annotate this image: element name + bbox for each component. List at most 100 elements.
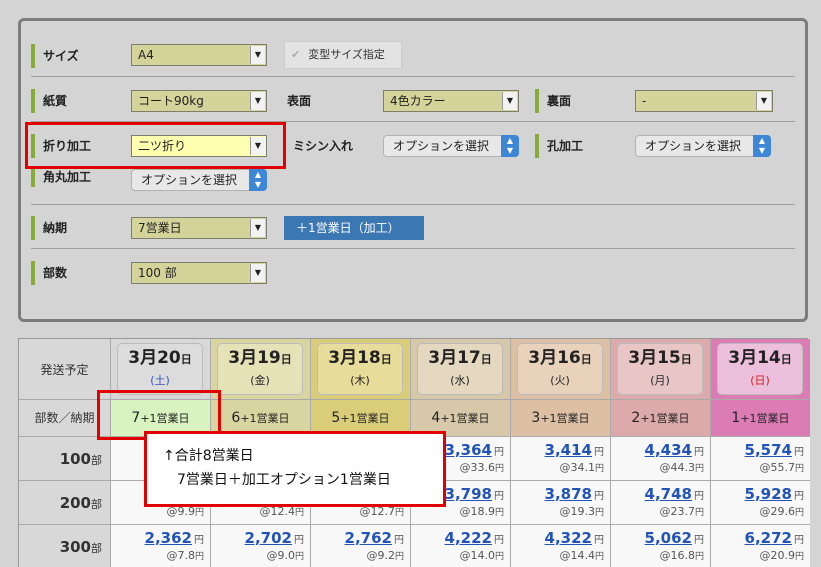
- date-column-header[interactable]: 3月18日 (木): [310, 339, 410, 399]
- fold-highlight-box: [25, 122, 286, 169]
- corner-select[interactable]: オプションを選択 ▲ ▼: [131, 169, 267, 191]
- delivery-plus: +1営業日: [740, 412, 790, 425]
- front-select[interactable]: 4色カラー ▼: [383, 90, 519, 112]
- unit-price-currency: 円: [794, 464, 804, 474]
- date-card: 3月18日 (木): [317, 343, 403, 395]
- quantity-value: 100: [59, 450, 91, 468]
- price-value: 5,574: [744, 441, 792, 459]
- price-link[interactable]: 5,928 円: [745, 485, 804, 503]
- paper-select[interactable]: コート90kg ▼: [131, 90, 267, 112]
- unit-price-currency: 円: [594, 464, 604, 474]
- perforation-select[interactable]: オプションを選択 ▲ ▼: [383, 135, 519, 157]
- price-link[interactable]: 4,748 円: [645, 485, 704, 503]
- unit-price-currency: 円: [694, 508, 704, 518]
- delivery-callout: ↑合計8営業日 7営業日＋加工オプション1営業日: [144, 431, 446, 507]
- price-value: 6,272: [744, 529, 792, 547]
- hole-select[interactable]: オプションを選択 ▲ ▼: [635, 135, 771, 157]
- price-link[interactable]: 5,062 円: [645, 529, 704, 547]
- unit-price: @14.0円: [459, 549, 504, 562]
- delivery-plus: +1営業日: [540, 412, 590, 425]
- quantity-row-label: 100部: [19, 436, 110, 480]
- unit-price-currency: 円: [194, 552, 204, 562]
- delivery-days: 1: [731, 410, 741, 426]
- unit-price-currency: 円: [494, 464, 504, 474]
- ship-date-suffix: 日: [680, 353, 692, 366]
- ship-date-header: 発送予定: [40, 363, 89, 377]
- price-value: 3,414: [544, 441, 592, 459]
- back-select[interactable]: - ▼: [635, 90, 773, 112]
- price-cell[interactable]: 4,322 円 @14.4円: [510, 524, 610, 567]
- ship-date: 3月18日: [318, 344, 402, 374]
- price-link[interactable]: 4,222 円: [445, 529, 504, 547]
- price-link[interactable]: 4,322 円: [545, 529, 604, 547]
- ship-date: 3月15日: [618, 344, 702, 374]
- price-cell[interactable]: 4,222 円 @14.0円: [410, 524, 510, 567]
- unit-price: @9.0円: [266, 549, 304, 562]
- date-column-header[interactable]: 3月17日 (水): [410, 339, 510, 399]
- custom-size-checkbox[interactable]: ✔ 変型サイズ指定: [284, 41, 402, 69]
- price-link[interactable]: 2,702 円: [245, 529, 304, 547]
- ship-weekday: (木): [350, 374, 370, 387]
- date-column-header[interactable]: 3月16日 (火): [510, 339, 610, 399]
- price-cell[interactable]: 5,928 円 @29.6円: [710, 480, 810, 524]
- delivery-plus: +1営業日: [340, 412, 390, 425]
- delivery-days-cell[interactable]: 3+1営業日: [510, 399, 610, 436]
- processing-extra-day-button[interactable]: ＋1営業日（加工）: [284, 216, 424, 240]
- delivery-select[interactable]: 7営業日 ▼: [131, 217, 267, 239]
- price-cell[interactable]: 3,878 円 @19.3円: [510, 480, 610, 524]
- price-cell[interactable]: 4,434 円 @44.3円: [610, 436, 710, 480]
- unit-price-value: @44.3: [659, 461, 695, 474]
- delivery-label: 納期: [31, 216, 67, 240]
- paper-row: 紙質 コート90kg ▼ 表面 4色カラー ▼ 裏面 - ▼: [31, 78, 795, 122]
- date-column-header[interactable]: 3月15日 (月): [610, 339, 710, 399]
- price-link[interactable]: 4,434 円: [645, 441, 704, 459]
- ship-date-suffix: 日: [280, 353, 292, 366]
- date-column-header[interactable]: 3月19日 (金): [210, 339, 310, 399]
- price-link[interactable]: 5,574 円: [745, 441, 804, 459]
- price-link[interactable]: 2,362 円: [145, 529, 204, 547]
- delivery-select-value: 7営業日: [138, 221, 182, 235]
- corner-label: 角丸加工: [31, 167, 91, 187]
- price-currency: 円: [594, 447, 604, 458]
- unit-price: @34.1円: [559, 461, 604, 474]
- price-currency: 円: [594, 491, 604, 502]
- ship-date: 3月14日: [718, 344, 802, 374]
- price-cell[interactable]: 4,748 円 @23.7円: [610, 480, 710, 524]
- price-cell[interactable]: 2,762 円 @9.2円: [310, 524, 410, 567]
- ship-weekday: (水): [450, 374, 470, 387]
- price-cell[interactable]: 3,414 円 @34.1円: [510, 436, 610, 480]
- delivery-days-cell[interactable]: 1+1営業日: [710, 399, 810, 436]
- paper-label: 紙質: [31, 89, 67, 113]
- unit-price-value: @33.6: [459, 461, 495, 474]
- unit-price-value: @18.9: [459, 505, 495, 518]
- price-cell[interactable]: 6,272 円 @20.9円: [710, 524, 810, 567]
- perforation-select-value: オプションを選択: [393, 139, 490, 153]
- price-cell[interactable]: 5,574 円 @55.7円: [710, 436, 810, 480]
- unit-price: @7.8円: [166, 549, 204, 562]
- date-column-header[interactable]: 3月14日 (日): [710, 339, 810, 399]
- price-cell[interactable]: 2,362 円 @7.8円: [110, 524, 210, 567]
- price-link[interactable]: 3,414 円: [545, 441, 604, 459]
- price-value: 5,928: [744, 485, 792, 503]
- price-link[interactable]: 3,798 円: [445, 485, 504, 503]
- ship-date: 3月19日: [218, 344, 302, 374]
- unit-price-currency: 円: [594, 552, 604, 562]
- delivery-days-cell[interactable]: 2+1営業日: [610, 399, 710, 436]
- ship-date-suffix: 日: [380, 353, 392, 366]
- price-link[interactable]: 6,272 円: [745, 529, 804, 547]
- delivery-days: 5: [331, 410, 341, 426]
- size-select[interactable]: A4 ▼: [131, 44, 267, 66]
- paper-select-value: コート90kg: [138, 94, 204, 108]
- price-cell[interactable]: 2,702 円 @9.0円: [210, 524, 310, 567]
- price-link[interactable]: 3,364 円: [445, 441, 504, 459]
- price-link[interactable]: 3,878 円: [545, 485, 604, 503]
- ship-date-day: 16: [557, 348, 581, 368]
- price-cell[interactable]: 5,062 円 @16.8円: [610, 524, 710, 567]
- unit-price: @20.9円: [759, 549, 804, 562]
- ship-weekday: (日): [750, 374, 770, 387]
- front-select-value: 4色カラー: [390, 94, 446, 108]
- price-link[interactable]: 2,762 円: [345, 529, 404, 547]
- quantity-select[interactable]: 100 部 ▼: [131, 262, 267, 284]
- price-currency: 円: [794, 535, 804, 546]
- unit-price: @16.8円: [659, 549, 704, 562]
